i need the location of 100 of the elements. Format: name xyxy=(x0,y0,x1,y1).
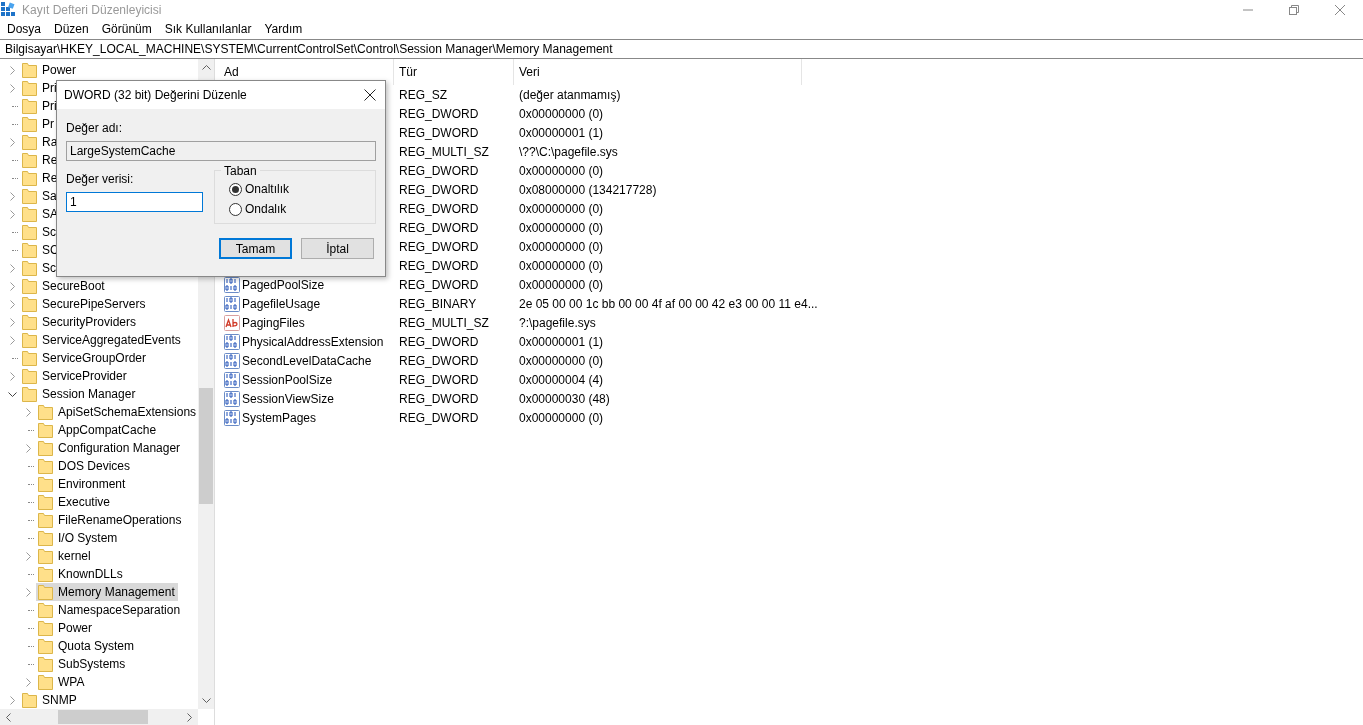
folder-icon xyxy=(38,440,53,456)
tree-item[interactable]: Sc xyxy=(20,259,59,277)
scrollbar-thumb[interactable] xyxy=(58,710,148,724)
tree-item[interactable]: I/O System xyxy=(36,529,121,547)
table-cell-text: 0x00000000 (0) xyxy=(518,200,605,218)
tree-item[interactable]: Session Manager xyxy=(20,385,139,403)
scrollbar-thumb[interactable] xyxy=(199,388,213,504)
folder-icon xyxy=(38,476,53,492)
binary-icon xyxy=(224,276,240,293)
folder-icon xyxy=(22,62,37,78)
chevron-right-icon xyxy=(187,712,192,722)
address-field[interactable]: Bilgisayar\HKEY_LOCAL_MACHINE\SYSTEM\CurrentControlSet\Control\Session Manager\Memory Management xyxy=(0,39,1363,59)
table-cell-text: REG_DWORD xyxy=(398,390,480,408)
table-cell: PagefileUsage xyxy=(219,294,394,313)
tree-item[interactable]: Sc xyxy=(20,223,59,241)
menu-item[interactable]: Görünüm xyxy=(96,20,157,38)
table-cell-text: 0x00000000 (0) xyxy=(518,162,605,180)
folder-icon xyxy=(38,584,53,600)
tree-item[interactable]: ServiceProvider xyxy=(20,367,130,385)
tree-item[interactable]: SecurePipeServers xyxy=(20,295,149,313)
radio-checked-icon xyxy=(229,182,242,196)
value-name-field[interactable]: LargeSystemCache xyxy=(66,141,376,161)
tree-item[interactable]: Ra xyxy=(20,133,61,151)
tree-item[interactable]: DOS Devices xyxy=(36,457,134,475)
tree-item[interactable]: NamespaceSeparation xyxy=(36,601,184,619)
chevron-right-icon xyxy=(9,137,15,147)
table-cell-text: REG_DWORD xyxy=(398,105,480,123)
table-cell-text: REG_DWORD xyxy=(398,124,480,142)
tree-item[interactable]: kernel xyxy=(36,547,94,565)
tree-item[interactable]: ServiceAggregatedEvents xyxy=(20,331,184,349)
value-data-field[interactable]: 1 xyxy=(66,192,203,212)
tree-item[interactable]: Environment xyxy=(36,475,129,493)
binary-icon xyxy=(224,295,240,312)
binary-icon xyxy=(224,371,240,388)
table-cell-text: 0x00000000 (0) xyxy=(518,352,605,370)
table-cell-text: 0x00000000 (0) xyxy=(518,105,605,123)
tree-item[interactable]: ServiceGroupOrder xyxy=(20,349,150,367)
binary-icon xyxy=(224,409,240,426)
table-cell-text: REG_DWORD xyxy=(398,352,480,370)
tree-item[interactable]: Quota System xyxy=(36,637,138,655)
tree-item[interactable]: Power xyxy=(36,619,95,637)
menu-item[interactable]: Düzen xyxy=(49,20,94,38)
table-cell-text: 0x00000000 (0) xyxy=(518,219,605,237)
tree-item[interactable]: Power xyxy=(20,61,79,79)
folder-icon xyxy=(22,314,37,330)
column-header[interactable]: Veri xyxy=(514,59,802,85)
tree-item[interactable]: FileRenameOperations xyxy=(36,511,185,529)
menu-item[interactable]: Dosya xyxy=(2,20,46,38)
folder-icon xyxy=(22,206,37,222)
tree-item[interactable]: ApiSetSchemaExtensions xyxy=(36,403,198,421)
scrollbar[interactable] xyxy=(0,709,198,725)
tree-item[interactable]: SubSystems xyxy=(36,655,129,673)
table-cell: SessionPoolSize xyxy=(219,370,394,389)
field-label: Değer verisi: xyxy=(66,171,135,188)
folder-icon xyxy=(22,242,37,258)
tree-item[interactable]: Executive xyxy=(36,493,114,511)
folder-icon xyxy=(38,602,53,618)
folder-icon xyxy=(38,656,53,672)
folder-icon xyxy=(22,188,37,204)
radio-button[interactable]: Ondalık xyxy=(229,199,287,219)
menu-item[interactable]: Yardım xyxy=(259,20,308,38)
binary-icon xyxy=(224,333,240,350)
menu-item[interactable]: Sık Kullanılanlar xyxy=(159,20,257,38)
tree-item[interactable]: AppCompatCache xyxy=(36,421,160,439)
radio-unchecked-icon xyxy=(229,202,242,216)
table-cell-text: 0x00000000 (0) xyxy=(518,238,605,256)
folder-icon xyxy=(22,116,37,132)
folder-icon xyxy=(38,548,53,564)
tree-item[interactable]: SNMP xyxy=(20,691,80,709)
table-cell-text: 0x00000001 (1) xyxy=(518,333,605,351)
radio-button[interactable]: Onaltılık xyxy=(229,179,289,199)
tree-item[interactable]: Pr xyxy=(20,115,57,133)
tree-item[interactable]: SecurityProviders xyxy=(20,313,140,331)
tree-item[interactable]: SecureBoot xyxy=(20,277,108,295)
table-cell-text: 0x00000001 (1) xyxy=(518,124,605,142)
dialog-title: DWORD (32 bit) Değerini Düzenle xyxy=(64,87,247,104)
table-cell: PhysicalAddressExtension xyxy=(219,332,394,351)
tree-item[interactable]: KnownDLLs xyxy=(36,565,126,583)
table-cell-text: REG_MULTI_SZ xyxy=(398,143,490,161)
folder-icon xyxy=(22,278,37,294)
table-cell-text: REG_DWORD xyxy=(398,257,480,275)
tree-item[interactable]: Pri xyxy=(20,79,60,97)
dialog-button[interactable]: İptal xyxy=(301,238,374,259)
tree-item[interactable]: Configuration Manager xyxy=(36,439,184,457)
table-cell-text: 0x00000000 (0) xyxy=(518,276,605,294)
column-header[interactable]: Tür xyxy=(394,59,514,85)
binary-icon xyxy=(224,352,240,369)
tree-item[interactable]: Pri xyxy=(20,97,60,115)
folder-icon xyxy=(38,674,53,690)
dialog-button[interactable]: Tamam xyxy=(219,238,292,259)
folder-icon xyxy=(38,422,53,438)
table-cell-text: \??\C:\pagefile.sys xyxy=(518,143,619,161)
tree-item[interactable]: Sa xyxy=(20,187,60,205)
table-cell-text: REG_DWORD xyxy=(398,181,480,199)
table-cell-text: REG_DWORD xyxy=(398,238,480,256)
tree-item[interactable]: WPA xyxy=(36,673,88,691)
tree-item[interactable]: Re xyxy=(20,169,61,187)
tree-item[interactable]: Re xyxy=(20,151,61,169)
tree-item[interactable]: Memory Management xyxy=(36,583,178,601)
folder-icon xyxy=(38,566,53,582)
